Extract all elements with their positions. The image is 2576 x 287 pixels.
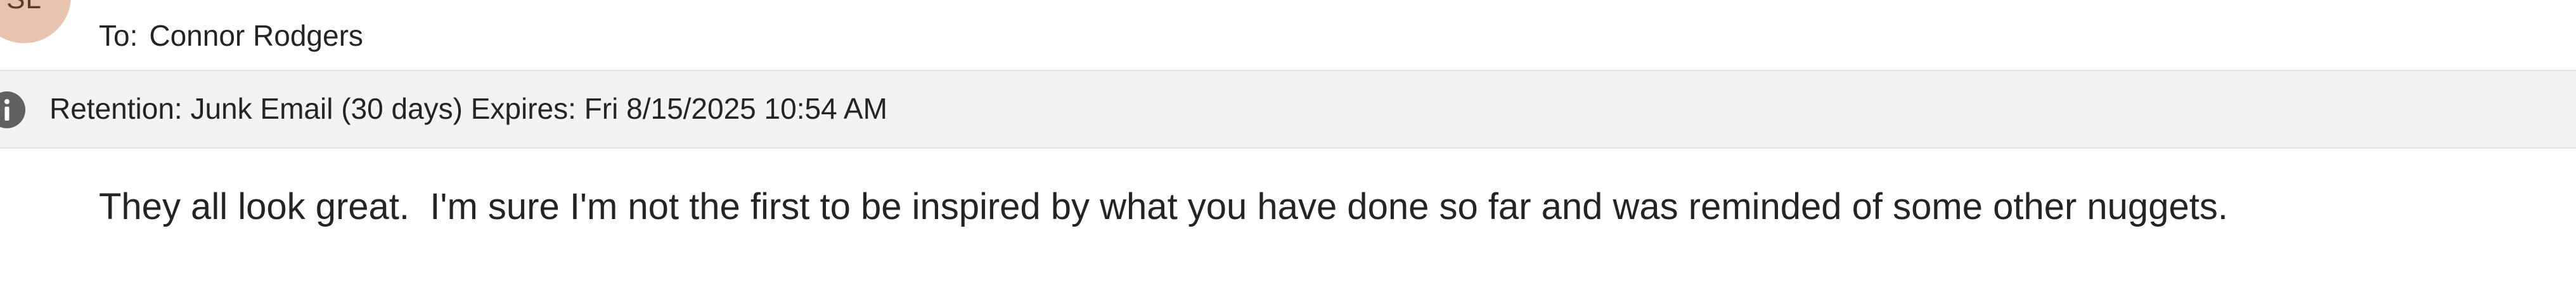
info-icon: [0, 91, 25, 128]
retention-info-bar: Retention: Junk Email (30 days) Expires:…: [0, 70, 2576, 149]
to-line: To: Connor Rodgers: [99, 17, 363, 55]
to-label: To:: [99, 19, 138, 52]
email-reading-pane: SL To: Connor Rodgers Retention: Junk Ema…: [0, 0, 2576, 287]
sender-avatar[interactable]: SL: [0, 0, 71, 43]
to-recipient[interactable]: Connor Rodgers: [149, 19, 363, 52]
avatar-initials: SL: [6, 0, 42, 15]
message-body: They all look great. I'm sure I'm not th…: [99, 186, 2228, 227]
retention-text: Retention: Junk Email (30 days) Expires:…: [49, 92, 887, 125]
